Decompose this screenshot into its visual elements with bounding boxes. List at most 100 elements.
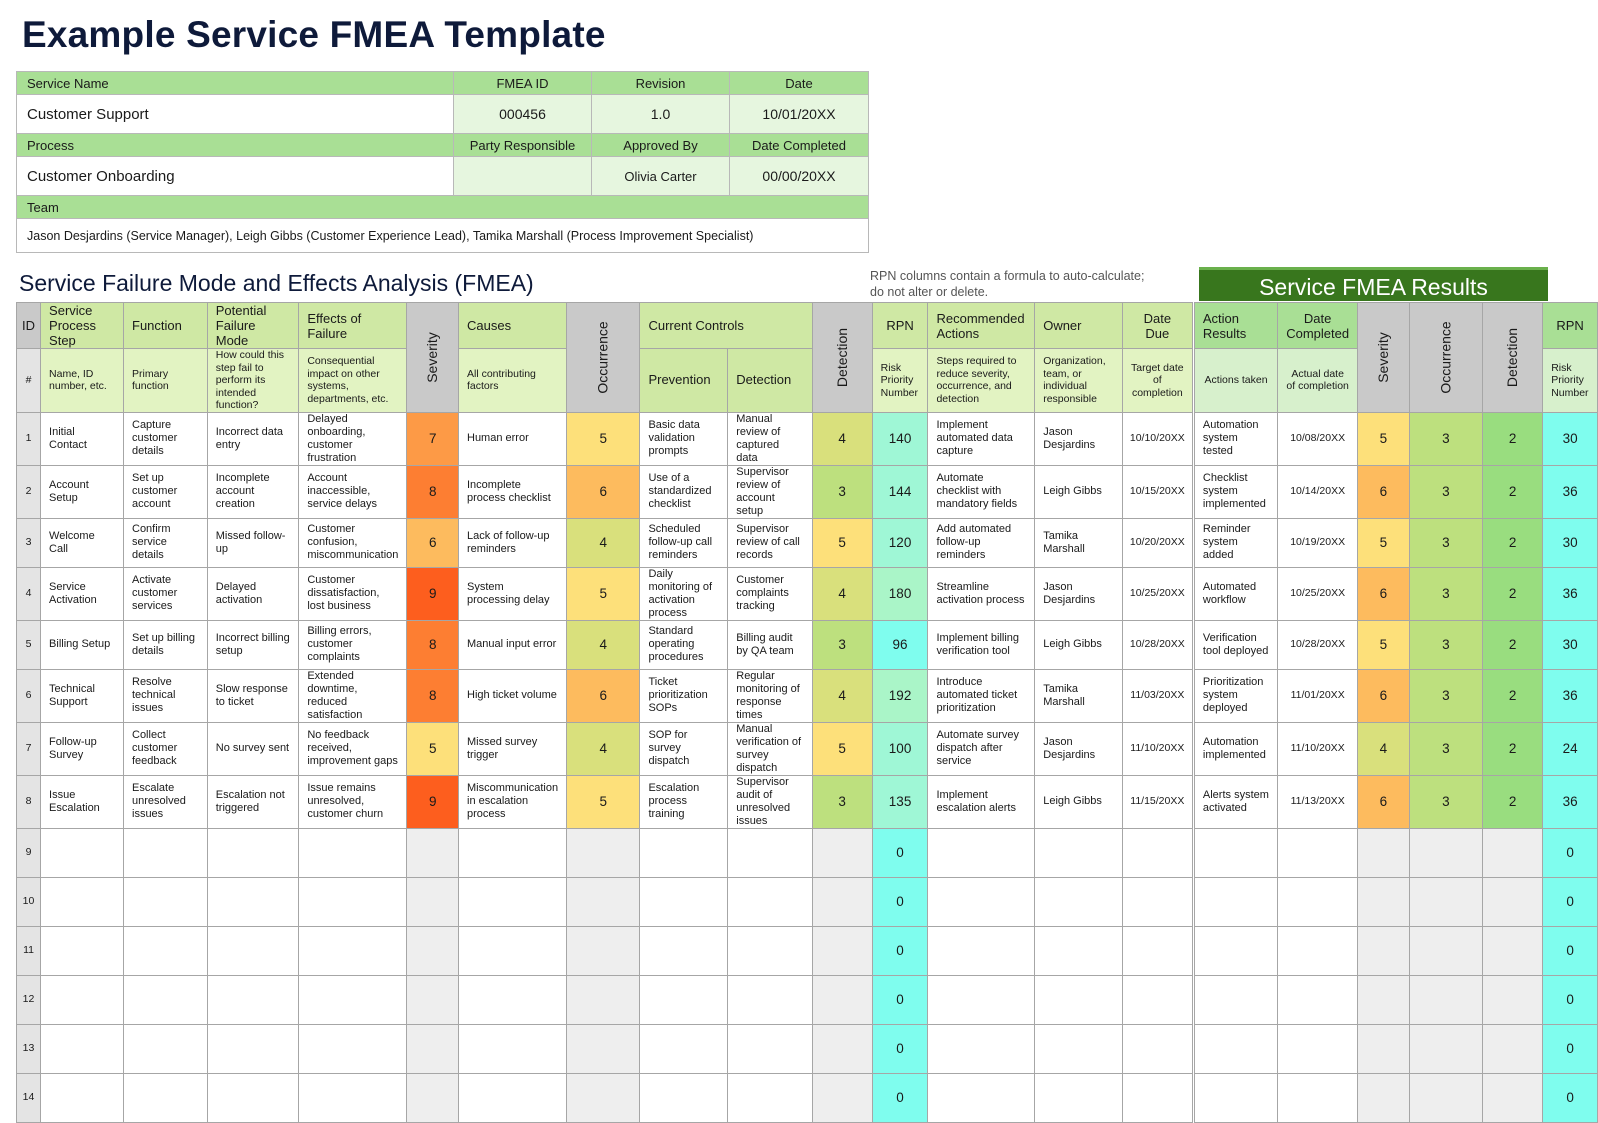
cell-date-completed[interactable]: 10/08/20XX xyxy=(1277,411,1359,466)
cell-date-completed[interactable] xyxy=(1277,974,1359,1025)
cell-causes[interactable]: Incomplete process checklist xyxy=(457,464,568,519)
cell-function[interactable] xyxy=(123,925,208,976)
cell-r-occurrence[interactable] xyxy=(1408,1023,1484,1074)
fmea-id-field[interactable]: 000456 xyxy=(453,94,592,134)
cell-effects[interactable] xyxy=(298,827,408,878)
process-field[interactable]: Customer Onboarding xyxy=(16,156,454,196)
cell-r-rpn[interactable]: 0 xyxy=(1542,1023,1598,1074)
cell-occurrence[interactable] xyxy=(566,1072,641,1123)
cell-rpn[interactable]: 144 xyxy=(871,464,929,519)
revision-field[interactable]: 1.0 xyxy=(591,94,730,134)
cell-r-detection[interactable]: 2 xyxy=(1482,721,1544,776)
cell-function[interactable]: Resolve technical issues xyxy=(123,668,208,723)
cell-date-due[interactable]: 10/28/20XX xyxy=(1121,619,1194,670)
cell-detection[interactable]: 3 xyxy=(811,774,873,829)
cell-rpn[interactable]: 0 xyxy=(871,827,929,878)
cell-date-completed[interactable]: 10/25/20XX xyxy=(1277,566,1359,621)
cell-date-completed[interactable] xyxy=(1277,1072,1359,1123)
cell-recommended[interactable]: Implement billing verification tool xyxy=(927,619,1036,670)
cell-date-due[interactable]: 11/03/20XX xyxy=(1121,668,1194,723)
cell-rpn[interactable]: 100 xyxy=(871,721,929,776)
cell-action-results[interactable] xyxy=(1191,827,1279,878)
cell-step[interactable]: Technical Support xyxy=(40,668,124,723)
cell-r-severity[interactable] xyxy=(1357,925,1410,976)
cell-detection[interactable] xyxy=(811,1023,873,1074)
cell-r-detection[interactable] xyxy=(1482,1023,1544,1074)
cell-prevention[interactable] xyxy=(639,827,729,878)
cell-detection-control[interactable] xyxy=(727,1023,813,1074)
cell-function[interactable]: Collect customer feedback xyxy=(123,721,208,776)
cell-severity[interactable]: 5 xyxy=(406,721,459,776)
cell-detection[interactable] xyxy=(811,925,873,976)
cell-recommended[interactable] xyxy=(927,827,1036,878)
cell-failure-mode[interactable]: No survey sent xyxy=(206,721,300,776)
cell-action-results[interactable]: Alerts system activated xyxy=(1191,774,1279,829)
cell-detection[interactable]: 4 xyxy=(811,566,873,621)
cell-step[interactable] xyxy=(40,827,124,878)
cell-date-completed[interactable]: 10/19/20XX xyxy=(1277,517,1359,568)
cell-detection-control[interactable]: Customer complaints tracking xyxy=(727,566,813,621)
cell-detection-control[interactable]: Supervisor review of account setup xyxy=(727,464,813,519)
cell-r-detection[interactable]: 2 xyxy=(1482,774,1544,829)
cell-occurrence[interactable]: 5 xyxy=(566,774,641,829)
cell-step[interactable]: Service Activation xyxy=(40,566,124,621)
cell-action-results[interactable]: Automated workflow xyxy=(1191,566,1279,621)
cell-owner[interactable] xyxy=(1034,1023,1123,1074)
cell-occurrence[interactable] xyxy=(566,974,641,1025)
cell-severity[interactable]: 9 xyxy=(406,566,459,621)
cell-step[interactable]: Follow-up Survey xyxy=(40,721,124,776)
cell-action-results[interactable] xyxy=(1191,1072,1279,1123)
cell-prevention[interactable]: Use of a standardized checklist xyxy=(639,464,729,519)
cell-action-results[interactable]: Prioritization system deployed xyxy=(1191,668,1279,723)
cell-step[interactable]: Account Setup xyxy=(40,464,124,519)
cell-failure-mode[interactable] xyxy=(206,827,300,878)
cell-r-rpn[interactable]: 24 xyxy=(1542,721,1598,776)
cell-step[interactable]: Welcome Call xyxy=(40,517,124,568)
cell-prevention[interactable]: Standard operating procedures xyxy=(639,619,729,670)
cell-occurrence[interactable]: 6 xyxy=(566,464,641,519)
cell-r-detection[interactable]: 2 xyxy=(1482,464,1544,519)
cell-rpn[interactable]: 0 xyxy=(871,876,929,927)
cell-owner[interactable]: Jason Desjardins xyxy=(1034,721,1123,776)
cell-r-occurrence[interactable]: 3 xyxy=(1408,619,1484,670)
cell-severity[interactable]: 6 xyxy=(406,517,459,568)
cell-owner[interactable]: Jason Desjardins xyxy=(1034,566,1123,621)
cell-r-severity[interactable] xyxy=(1357,1072,1410,1123)
cell-r-occurrence[interactable] xyxy=(1408,1072,1484,1123)
cell-date-due[interactable] xyxy=(1121,974,1194,1025)
cell-failure-mode[interactable] xyxy=(206,974,300,1025)
cell-date-completed[interactable] xyxy=(1277,1023,1359,1074)
cell-rpn[interactable]: 180 xyxy=(871,566,929,621)
cell-r-detection[interactable]: 2 xyxy=(1482,411,1544,466)
cell-r-detection[interactable] xyxy=(1482,925,1544,976)
cell-action-results[interactable] xyxy=(1191,925,1279,976)
cell-occurrence[interactable]: 4 xyxy=(566,517,641,568)
cell-r-severity[interactable]: 6 xyxy=(1357,566,1410,621)
cell-effects[interactable]: Customer dissatisfaction, lost business xyxy=(298,566,408,621)
cell-function[interactable]: Set up customer account xyxy=(123,464,208,519)
cell-owner[interactable] xyxy=(1034,876,1123,927)
cell-detection[interactable]: 4 xyxy=(811,411,873,466)
cell-date-completed[interactable] xyxy=(1277,827,1359,878)
cell-r-rpn[interactable]: 0 xyxy=(1542,827,1598,878)
cell-function[interactable] xyxy=(123,827,208,878)
cell-occurrence[interactable] xyxy=(566,925,641,976)
cell-r-rpn[interactable]: 0 xyxy=(1542,1072,1598,1123)
cell-recommended[interactable] xyxy=(927,1072,1036,1123)
cell-r-detection[interactable] xyxy=(1482,876,1544,927)
approved-by-field[interactable]: Olivia Carter xyxy=(591,156,730,196)
cell-occurrence[interactable] xyxy=(566,876,641,927)
cell-owner[interactable]: Leigh Gibbs xyxy=(1034,774,1123,829)
cell-causes[interactable]: Human error xyxy=(457,411,568,466)
cell-rpn[interactable]: 192 xyxy=(871,668,929,723)
cell-action-results[interactable]: Reminder system added xyxy=(1191,517,1279,568)
cell-function[interactable]: Escalate unresolved issues xyxy=(123,774,208,829)
cell-owner[interactable] xyxy=(1034,1072,1123,1123)
cell-severity[interactable]: 8 xyxy=(406,668,459,723)
cell-function[interactable] xyxy=(123,1023,208,1074)
cell-detection-control[interactable]: Regular monitoring of response times xyxy=(727,668,813,723)
cell-r-occurrence[interactable]: 3 xyxy=(1408,721,1484,776)
cell-prevention[interactable] xyxy=(639,1023,729,1074)
cell-severity[interactable] xyxy=(406,1072,459,1123)
cell-detection-control[interactable]: Supervisor review of call records xyxy=(727,517,813,568)
